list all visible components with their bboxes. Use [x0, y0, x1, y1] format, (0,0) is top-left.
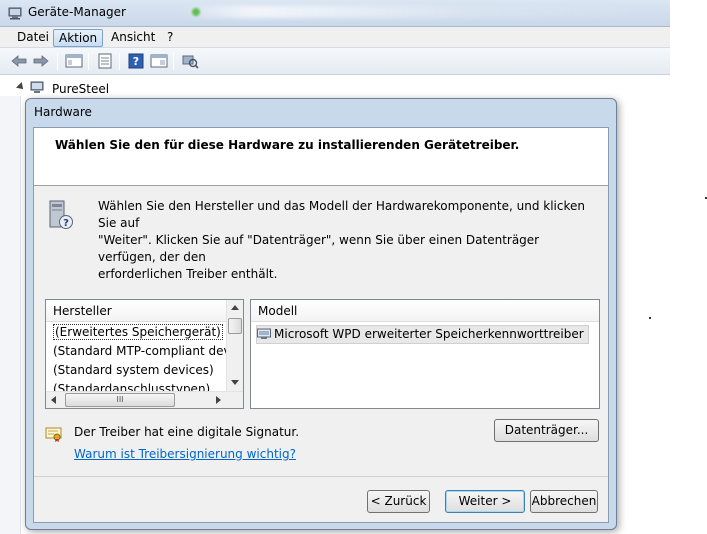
back-arrow-icon[interactable] [10, 53, 28, 69]
dialog-heading: Wählen Sie den für diese Hardware zu ins… [55, 138, 520, 152]
tree-root-label[interactable]: PureSteel [52, 82, 109, 96]
manufacturer-listbox[interactable]: Hersteller (Erweitertes Speichergerät) (… [45, 299, 244, 409]
properties-icon[interactable] [96, 53, 114, 69]
tree-margin [0, 96, 21, 534]
hardware-dialog: Hardware Wählen Sie den für diese Hardwa… [25, 98, 617, 530]
back-button[interactable]: < Zurück [367, 490, 430, 513]
device-tree: PureSteel [0, 76, 670, 96]
console-tree-icon[interactable] [65, 53, 83, 69]
scroll-thumb[interactable] [228, 318, 242, 334]
scroll-thumb[interactable]: III [65, 393, 175, 407]
dialog-header-band: Wählen Sie den für diese Hardware zu ins… [34, 128, 608, 186]
footer-divider [34, 476, 608, 477]
toolbar-separator [88, 53, 89, 70]
scroll-right-icon[interactable] [216, 396, 221, 404]
computer-icon [30, 81, 44, 93]
manufacturer-horizontal-scrollbar[interactable]: III [46, 391, 243, 408]
scan-hardware-icon[interactable] [181, 53, 199, 69]
menu-ansicht[interactable]: Ansicht [106, 29, 160, 47]
forward-arrow-icon[interactable] [32, 53, 50, 69]
svg-text:?: ? [63, 218, 69, 229]
manufacturer-vertical-scrollbar[interactable] [226, 300, 243, 392]
menu-datei[interactable]: Datei [12, 29, 54, 47]
signature-status-text: Der Treiber hat eine digitale Signatur. [74, 425, 300, 439]
scroll-down-icon[interactable] [231, 380, 239, 385]
device-manager-titlebar: Geräte-Manager [0, 0, 670, 27]
help-icon[interactable]: ? [127, 53, 145, 69]
instruction-line: Wählen Sie den Hersteller und das Modell… [98, 199, 585, 230]
svg-text:?: ? [133, 55, 139, 68]
manufacturer-rows: (Erweitertes Speichergerät) (Standard MT… [53, 323, 229, 393]
manufacturer-column-header[interactable]: Hersteller [46, 300, 228, 322]
signature-help-link[interactable]: Warum ist Treibersignierung wichtig? [74, 447, 296, 461]
toolbar-separator [57, 53, 58, 70]
model-listbox[interactable]: Modell Microsoft WPD erweiterter Speiche… [250, 299, 600, 409]
model-column-header[interactable]: Modell [251, 300, 599, 322]
next-button[interactable]: Weiter > [445, 490, 525, 513]
menu-help[interactable]: ? [162, 29, 178, 47]
dialog-instructions: Wählen Sie den Hersteller und das Modell… [98, 198, 598, 283]
model-item[interactable]: Microsoft WPD erweiterter Speicherkennwo… [256, 325, 589, 344]
manufacturer-item[interactable]: (Standard system devices) [53, 361, 229, 380]
manufacturer-item[interactable]: (Erweitertes Speichergerät) [53, 323, 229, 342]
toolbar: ? [0, 48, 670, 75]
dialog-body: Wählen Sie den für diese Hardware zu ins… [33, 127, 609, 523]
tree-expand-toggle[interactable] [16, 82, 26, 92]
stray-pixel [649, 317, 651, 319]
cancel-button[interactable]: Abbrechen [530, 490, 598, 513]
instruction-line: "Weiter". Klicken Sie auf "Datenträger",… [98, 233, 540, 264]
signed-driver-icon [45, 427, 62, 442]
blurred-background-area [180, 6, 660, 18]
hardware-info-icon: ? [49, 200, 73, 229]
background-area [649, 0, 707, 534]
device-icon [257, 328, 271, 339]
device-manager-icon [8, 7, 22, 20]
scroll-left-icon[interactable] [51, 396, 56, 404]
details-pane-icon[interactable] [150, 53, 168, 69]
scrollbar-corner [226, 392, 243, 408]
manufacturer-item[interactable]: (Standard MTP-compliant device [53, 342, 229, 361]
toolbar-separator [119, 53, 120, 70]
menubar: Datei Aktion Ansicht ? [0, 27, 670, 48]
model-item-label: Microsoft WPD erweiterter Speicherkennwo… [274, 327, 584, 341]
menu-aktion[interactable]: Aktion [53, 29, 104, 47]
have-disk-button[interactable]: Datenträger... [494, 419, 599, 442]
scroll-up-icon[interactable] [231, 305, 239, 310]
window-title: Geräte-Manager [28, 5, 126, 19]
dialog-title: Hardware [34, 105, 92, 119]
blurred-status-dot [192, 8, 200, 16]
instruction-line: erforderlichen Treiber enthält. [98, 267, 278, 281]
toolbar-separator [173, 53, 174, 70]
